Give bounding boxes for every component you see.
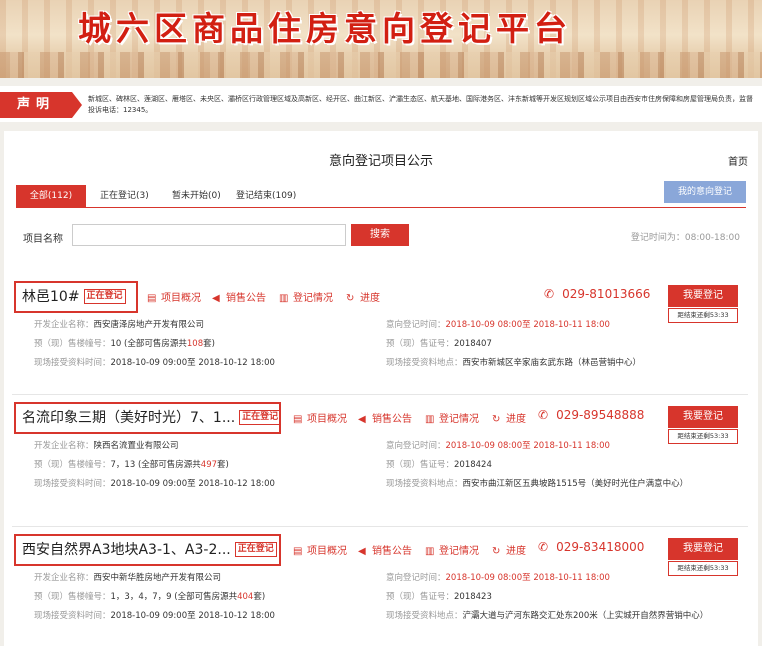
countdown-timer: 距结束还剩53:33 — [668, 308, 738, 323]
notice-bar: 声明 新城区、碑林区、莲湖区、雁塔区、未央区、灞桥区行政管理区域及高新区、经开区… — [0, 86, 762, 122]
registration-status-link[interactable]: ▥ 登记情况 — [425, 410, 479, 425]
progress-link[interactable]: ↻ 进度 — [346, 289, 380, 304]
docs-time-row: 现场接受资料时间：2018-10-09 09:00至 2018-10-12 18… — [34, 479, 275, 489]
phone-icon: ✆ — [538, 540, 549, 554]
status-badge: 正在登记 — [234, 542, 277, 557]
refresh-icon: ↻ — [492, 414, 501, 425]
banner-skyline-decoration — [0, 52, 762, 78]
project-name-box[interactable]: 名流印象三期（美好时光）7、1... 正在登记 — [14, 402, 282, 434]
project-name: 名流印象三期（美好时光）7、1... — [22, 410, 236, 426]
reg-period-row: 意向登记时间：2018-10-09 08:00至 2018-10-11 18:0… — [386, 573, 610, 583]
docs-time-row: 现场接受资料时间：2018-10-09 09:00至 2018-10-12 18… — [34, 358, 275, 368]
project-name: 西安自然界A3地块A3-1、A3-2... — [22, 542, 231, 558]
docs-place-row: 现场接受资料地点：西安市新城区辛家庙玄武东路（林邑营销中心） — [386, 358, 642, 368]
register-button[interactable]: 我要登记 — [668, 406, 738, 428]
phone-icon: ✆ — [538, 408, 549, 422]
refresh-icon: ↻ — [346, 293, 355, 304]
tab-not-started[interactable]: 暂未开始(0) — [172, 185, 221, 207]
status-badge: 正在登记 — [239, 410, 282, 425]
tab-registering[interactable]: 正在登记(3) — [100, 185, 149, 207]
bar-chart-icon: ▥ — [425, 546, 435, 557]
developer-row: 开发企业名称：陕西名流置业有限公司 — [34, 441, 179, 451]
document-icon: ▤ — [293, 414, 303, 425]
project-name-box[interactable]: 林邑10# 正在登记 — [14, 281, 138, 313]
tab-ended[interactable]: 登记结束(109) — [236, 185, 296, 207]
permit-row: 预（现）售证号：2018407 — [386, 339, 492, 349]
sales-announcement-link[interactable]: ◀ 销售公告 — [358, 542, 412, 557]
search-label: 项目名称 — [23, 234, 63, 245]
building-row: 预（现）售楼幢号：1，3，4，7，9 (全部可售房源共404套) — [34, 592, 266, 602]
search-button[interactable]: 搜索 — [351, 224, 409, 246]
registration-status-link[interactable]: ▥ 登记情况 — [425, 542, 479, 557]
docs-time-row: 现场接受资料时间：2018-10-09 09:00至 2018-10-12 18… — [34, 611, 275, 621]
project-overview-link[interactable]: ▤ 项目概况 — [293, 410, 347, 425]
project-name: 林邑10# — [22, 289, 80, 305]
site-title: 城六区商品住房意向登记平台 — [78, 9, 572, 48]
project-name-box[interactable]: 西安自然界A3地块A3-1、A3-2... 正在登记 — [14, 534, 281, 566]
phone-icon: ✆ — [544, 287, 555, 301]
registration-status-link[interactable]: ▥ 登记情况 — [279, 289, 333, 304]
building-row: 预（现）售楼幢号：7，13 (全部可售房源共497套) — [34, 460, 229, 470]
contact-phone: ✆ 029-89548888 — [538, 408, 645, 422]
docs-place-row: 现场接受资料地点：西安市曲江新区五典坡路1515号（美好时光住户满意中心） — [386, 479, 689, 489]
card-divider — [12, 526, 748, 527]
tab-all[interactable]: 全部(112) — [16, 185, 86, 207]
registration-hours: 登记时间为：08:00-18:00 — [630, 233, 740, 243]
developer-row: 开发企业名称：西安唐泽房地产开发有限公司 — [34, 320, 205, 330]
megaphone-icon: ◀ — [358, 414, 366, 425]
refresh-icon: ↻ — [492, 546, 501, 557]
progress-link[interactable]: ↻ 进度 — [492, 410, 526, 425]
bar-chart-icon: ▥ — [279, 293, 289, 304]
bar-chart-icon: ▥ — [425, 414, 435, 425]
permit-row: 预（现）售证号：2018424 — [386, 460, 492, 470]
contact-phone: ✆ 029-83418000 — [538, 540, 645, 554]
megaphone-icon: ◀ — [212, 293, 220, 304]
document-icon: ▤ — [147, 293, 157, 304]
sales-announcement-link[interactable]: ◀ 销售公告 — [212, 289, 266, 304]
document-icon: ▤ — [293, 546, 303, 557]
sales-announcement-link[interactable]: ◀ 销售公告 — [358, 410, 412, 425]
notice-tag: 声明 — [0, 92, 82, 118]
notice-text: 新城区、碑林区、莲湖区、雁塔区、未央区、灞桥区行政管理区域及高新区、经开区、曲江… — [88, 95, 753, 114]
reg-period-row: 意向登记时间：2018-10-09 08:00至 2018-10-11 18:0… — [386, 441, 610, 451]
developer-row: 开发企业名称：西安中新华胜房地产开发有限公司 — [34, 573, 222, 583]
home-link[interactable]: 首页 — [728, 153, 748, 168]
docs-place-row: 现场接受资料地点：浐灞大道与浐河东路交汇处东200米（上实城开自然界营销中心） — [386, 611, 709, 621]
main-panel: 意向登记项目公示 首页 全部(112) 正在登记(3) 暂未开始(0) 登记结束… — [4, 131, 758, 646]
countdown-timer: 距结束还剩53:33 — [668, 429, 738, 444]
progress-link[interactable]: ↻ 进度 — [492, 542, 526, 557]
header-banner: 城六区商品住房意向登记平台 — [0, 0, 762, 78]
megaphone-icon: ◀ — [358, 546, 366, 557]
register-button[interactable]: 我要登记 — [668, 538, 738, 560]
permit-row: 预（现）售证号：2018423 — [386, 592, 492, 602]
building-row: 预（现）售楼幢号：10 (全部可售房源共108套) — [34, 339, 215, 349]
reg-period-row: 意向登记时间：2018-10-09 08:00至 2018-10-11 18:0… — [386, 320, 610, 330]
project-overview-link[interactable]: ▤ 项目概况 — [293, 542, 347, 557]
register-button[interactable]: 我要登记 — [668, 285, 738, 307]
contact-phone: ✆ 029-81013666 — [544, 287, 651, 301]
card-divider — [12, 394, 748, 395]
page-title: 意向登记项目公示 — [328, 154, 433, 169]
countdown-timer: 距结束还剩53:33 — [668, 561, 738, 576]
status-badge: 正在登记 — [83, 289, 126, 304]
tab-underline — [16, 207, 746, 208]
project-overview-link[interactable]: ▤ 项目概况 — [147, 289, 201, 304]
my-registration-button[interactable]: 我的意向登记 — [664, 181, 746, 203]
search-input[interactable] — [72, 224, 346, 246]
